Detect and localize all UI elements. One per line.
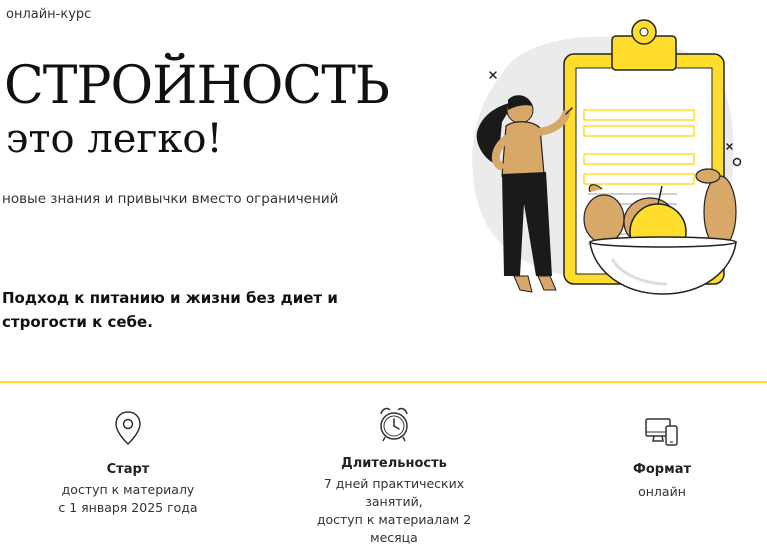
feature-start-line2: с 1 января 2025 года: [58, 500, 198, 516]
page-title-line2: это легко!: [6, 116, 223, 162]
feature-format-line1: онлайн: [638, 484, 686, 499]
devices-icon: [645, 418, 678, 446]
location-pin-icon: [115, 411, 141, 446]
accent-divider: [0, 381, 767, 383]
feature-start-line1: доступ к материалу: [61, 482, 195, 497]
feature-format: Формат онлайн: [602, 416, 722, 501]
feature-start-title: Старт: [106, 462, 150, 477]
alarm-clock-icon: [380, 407, 408, 442]
lead-text: Подход к питанию и жизни без диет и стро…: [2, 289, 338, 331]
eyebrow-label: онлайн-курс: [6, 7, 92, 22]
feature-duration-line1: 7 дней практических занятий,: [323, 476, 465, 510]
feature-start: Старт доступ к материалу с 1 января 2025…: [48, 410, 208, 517]
hero-illustration: [472, 19, 742, 295]
feature-duration-title: Длительность: [341, 456, 447, 471]
subtitle: новые знания и привычки вместо ограничен…: [2, 191, 339, 207]
page-title: СТРОЙНОСТЬ: [4, 56, 390, 116]
feature-duration: Длительность 7 дней практических занятий…: [294, 405, 494, 548]
feature-duration-line2: доступ к материалам 2 месяца: [316, 512, 472, 546]
feature-format-title: Формат: [632, 462, 692, 477]
